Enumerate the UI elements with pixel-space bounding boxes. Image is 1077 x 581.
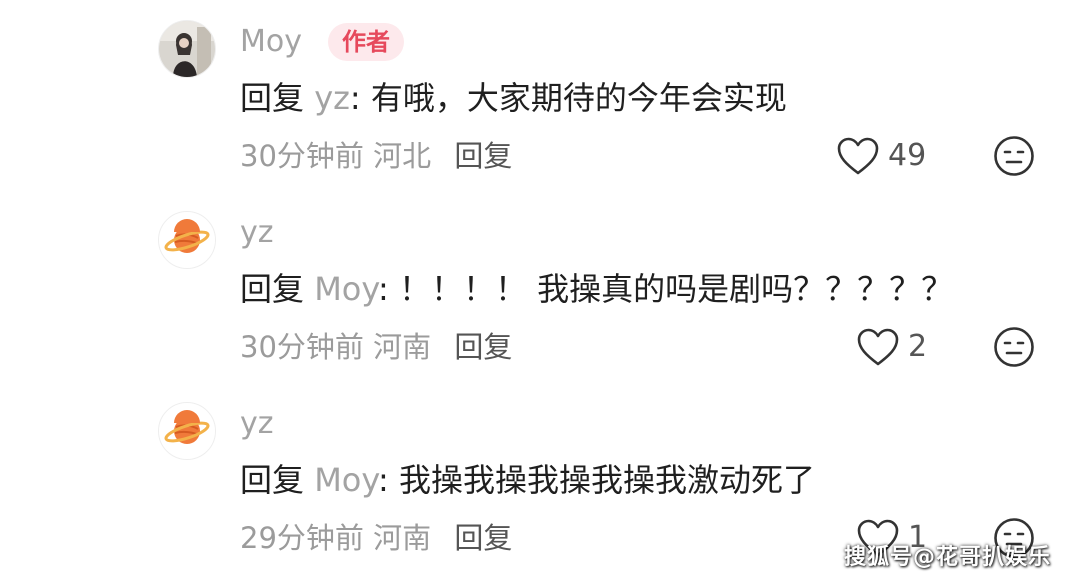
reply-prefix: 回复 (240, 461, 305, 499)
reply-button[interactable]: 回复 (454, 139, 512, 173)
dislike-button[interactable] (993, 135, 1035, 177)
comment-meta: 30分钟前 河北 回复 (240, 136, 512, 176)
timestamp: 30分钟前 (240, 139, 364, 173)
planet-icon (159, 403, 215, 459)
reply-target[interactable]: Moy (314, 461, 378, 499)
comment-text: 回复 yz: 有哦，大家期待的今年会实现 (240, 76, 787, 120)
comment-body: 我操我操我操我操我激动死了 (388, 461, 815, 499)
timestamp: 29分钟前 (240, 521, 364, 555)
timestamp: 30分钟前 (240, 330, 364, 364)
avatar[interactable] (158, 20, 216, 78)
comment-meta: 30分钟前 河南 回复 (240, 327, 512, 367)
reply-target[interactable]: yz (314, 79, 350, 117)
reply-colon: : (349, 79, 361, 117)
like-button[interactable]: 49 (836, 134, 926, 178)
planet-icon (159, 212, 215, 268)
reply-prefix: 回复 (240, 270, 305, 308)
like-count: 49 (888, 138, 927, 173)
location: 河南 (373, 330, 432, 364)
reply-prefix: 回复 (240, 79, 305, 117)
avatar[interactable] (158, 211, 216, 269)
username[interactable]: yz (240, 404, 274, 444)
comment-body: ！！！！ 我操真的吗是剧吗？？？？？ (388, 270, 954, 308)
reply-button[interactable]: 回复 (454, 330, 512, 364)
photo-avatar-icon (159, 21, 215, 77)
watermark: 搜狐号@花哥扒娱乐 (843, 545, 1051, 570)
reply-colon: : (377, 270, 389, 308)
dislike-button[interactable] (993, 326, 1035, 368)
comment-item: Moy 作者 回复 yz: 有哦，大家期待的今年会实现 30分钟前 河北 回复 … (0, 0, 1077, 190)
location: 河南 (373, 521, 432, 555)
like-count: 2 (908, 329, 928, 364)
avatar[interactable] (158, 402, 216, 460)
heart-icon (837, 137, 879, 175)
reply-button[interactable]: 回复 (454, 521, 512, 555)
username[interactable]: yz (240, 213, 274, 253)
reply-colon: : (377, 461, 389, 499)
like-button[interactable]: 2 (856, 325, 927, 369)
comment-text: 回复 Moy: ！！！！ 我操真的吗是剧吗？？？？？ (240, 267, 953, 311)
comment-body: 有哦，大家期待的今年会实现 (360, 79, 787, 117)
comment-meta: 29分钟前 河南 回复 (240, 518, 512, 558)
comment-text: 回复 Moy: 我操我操我操我操我激动死了 (240, 458, 815, 502)
location: 河北 (373, 139, 432, 173)
comment-item: yz 回复 Moy: ！！！！ 我操真的吗是剧吗？？？？？ 30分钟前 河南 回… (0, 191, 1077, 381)
meh-face-icon (994, 327, 1034, 367)
username[interactable]: Moy (240, 22, 302, 62)
reply-target[interactable]: Moy (314, 270, 378, 308)
heart-icon (857, 328, 899, 366)
author-badge: 作者 (328, 23, 404, 61)
meh-face-icon (994, 136, 1034, 176)
